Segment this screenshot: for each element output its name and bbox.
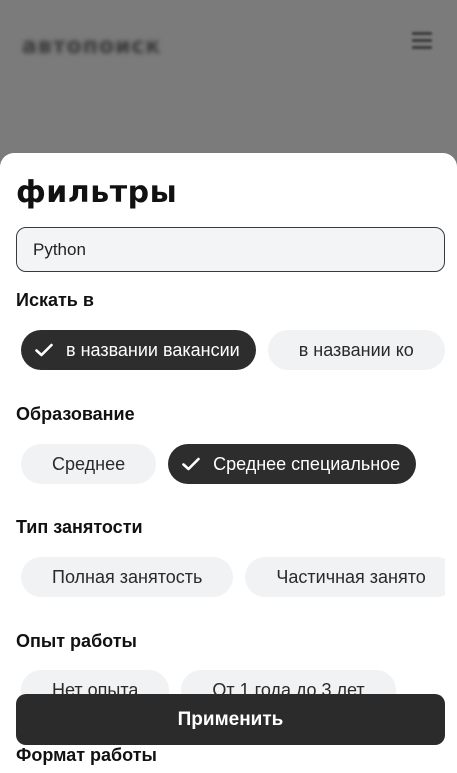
check-icon [35, 343, 53, 357]
chips-search-in: в названии вакансии в названии ко [0, 328, 445, 378]
chip-full-time[interactable]: Полная занятость [21, 557, 234, 597]
chip-label: Частичная занято [276, 566, 426, 587]
chip-label: в названии вакансии [66, 339, 240, 360]
chip-vacancy-title[interactable]: в названии вакансии [21, 330, 256, 370]
chip-label: Полная занятость [52, 566, 203, 587]
section-label-search-in: Искать в [16, 290, 94, 310]
chip-secondary-special[interactable]: Среднее специальное [168, 444, 417, 484]
chip-label: Среднее специальное [213, 453, 401, 474]
logo: автопоиск [22, 34, 162, 59]
chip-label: Среднее [52, 453, 126, 474]
check-icon [182, 457, 200, 471]
apply-button[interactable]: Применить [16, 694, 445, 745]
page-title: фильтры [16, 175, 178, 210]
section-label-experience: Опыт работы [16, 631, 137, 651]
chip-part-time[interactable]: Частичная занято [245, 557, 445, 597]
chip-company-title[interactable]: в названии ко [267, 330, 445, 370]
section-label-work-format: Формат работы [16, 745, 157, 765]
section-label-employment: Тип занятости [16, 517, 143, 537]
filters-sheet: фильтры Искать в в названии вакансии в н… [0, 153, 457, 773]
search-input[interactable] [16, 227, 445, 272]
chip-secondary[interactable]: Среднее [21, 444, 157, 484]
chips-education: Среднее Среднее специальное [0, 442, 445, 492]
chips-employment: Полная занятость Частичная занято [0, 555, 445, 605]
dimmed-header: автопоиск [0, 0, 457, 155]
hamburger-icon [412, 32, 432, 52]
chip-label: в названии ко [298, 339, 414, 360]
section-label-education: Образование [16, 404, 135, 424]
